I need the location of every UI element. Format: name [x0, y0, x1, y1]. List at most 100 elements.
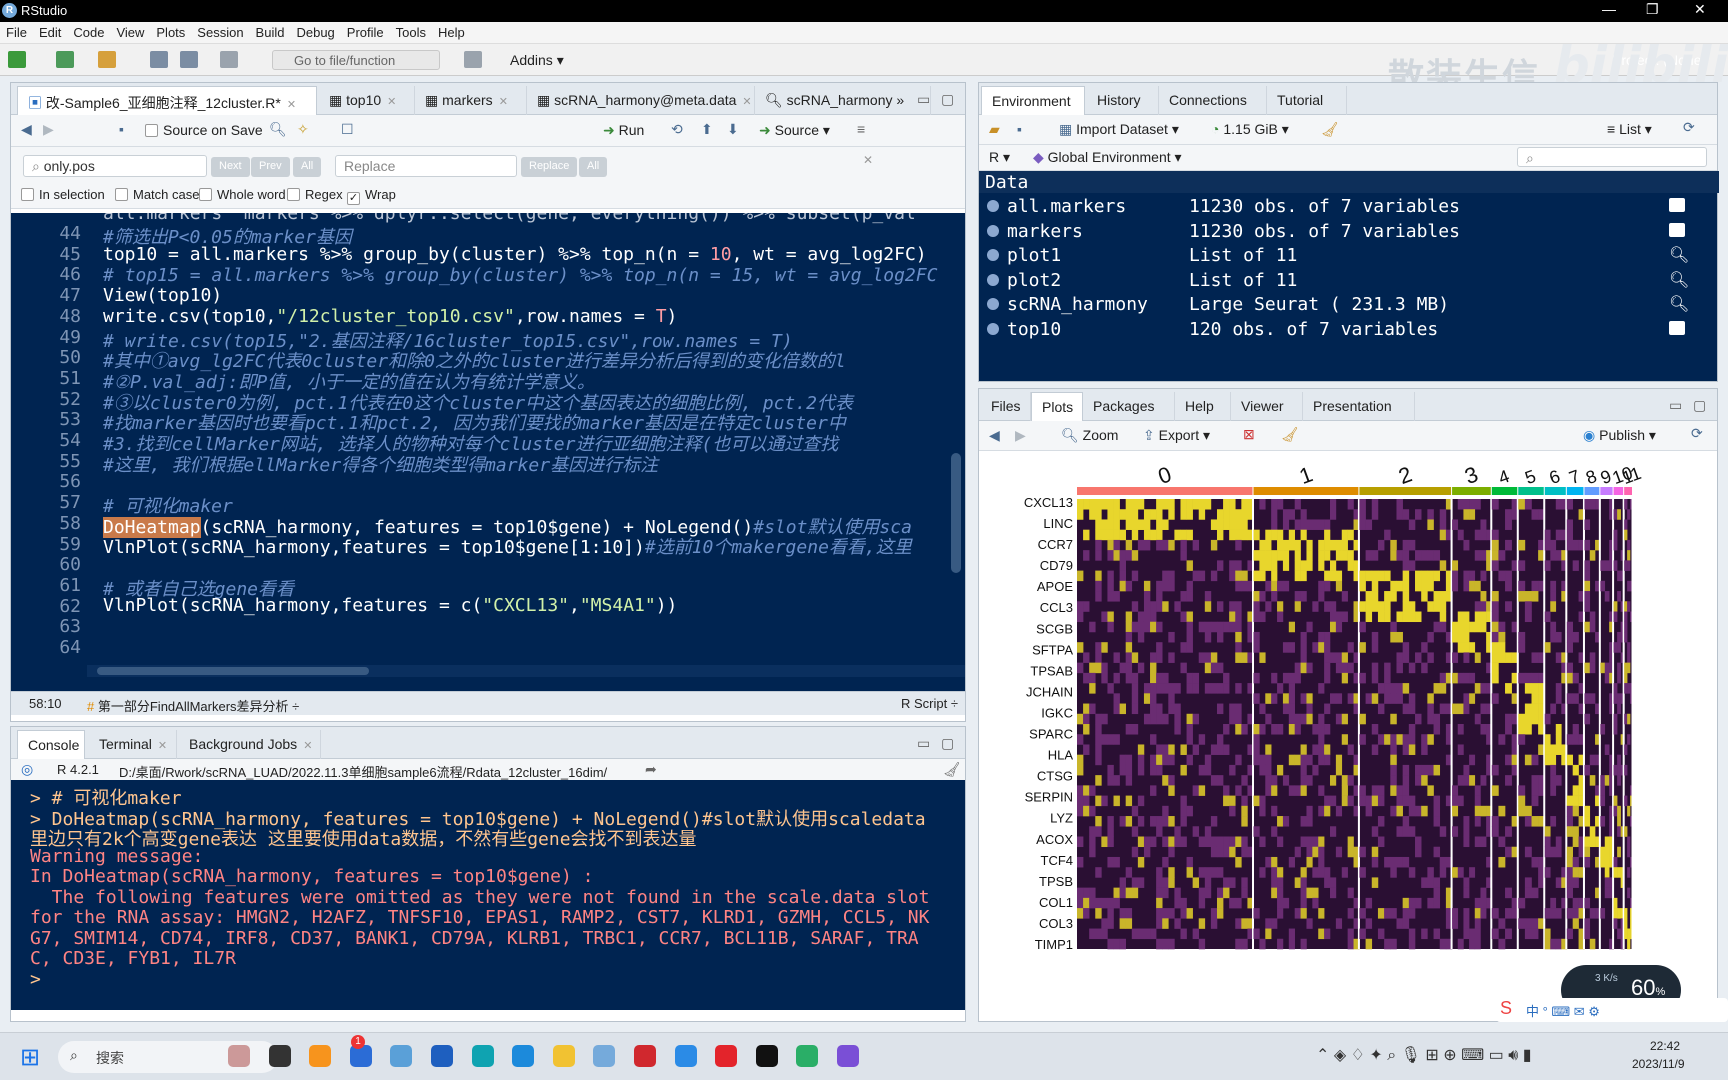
in-selection-toggle[interactable]: In selection: [21, 187, 105, 202]
menu-lines-icon[interactable]: ≡: [857, 121, 865, 137]
find-icon[interactable]: 🔍︎: [269, 121, 287, 138]
horizontal-scrollbar[interactable]: [87, 665, 965, 677]
tab-history[interactable]: History: [1087, 86, 1159, 115]
tab-scrna-harmony[interactable]: 🔍︎ scRNA_harmony »: [755, 86, 931, 115]
view-search-icon[interactable]: 🔍︎: [1669, 270, 1689, 289]
expand-icon[interactable]: [987, 200, 999, 212]
env-row-top10[interactable]: top10 120 obs. of 7 variables: [979, 316, 1699, 343]
replace-input[interactable]: Replace: [335, 155, 517, 177]
go-to-dir-icon[interactable]: ➦: [645, 761, 657, 778]
addins-menu[interactable]: Addins ▾: [510, 52, 564, 69]
tab-viewer[interactable]: Viewer: [1231, 392, 1303, 421]
zoom-button[interactable]: 🔍︎ Zoom: [1061, 427, 1118, 444]
in-selection-checkbox[interactable]: [21, 188, 34, 201]
clear-plots-icon[interactable]: 🧹︎: [1281, 426, 1299, 443]
menu-tools[interactable]: Tools: [390, 22, 432, 43]
notes-icon[interactable]: [674, 1045, 697, 1067]
minimize-pane-icon[interactable]: ▭: [917, 91, 930, 108]
view-search-icon[interactable]: 🔍︎: [1669, 294, 1689, 313]
menu-edit[interactable]: Edit: [33, 22, 67, 43]
open-icon[interactable]: ▰: [989, 121, 1000, 138]
tab-console[interactable]: Console: [17, 730, 85, 759]
run-button[interactable]: ➜ Run: [603, 122, 644, 139]
match-case-checkbox[interactable]: [115, 188, 128, 201]
console-output[interactable]: > # 可视化maker > DoHeatmap(scRNA_harmony, …: [11, 780, 965, 1010]
new-project-icon[interactable]: [56, 51, 74, 68]
view-table-icon[interactable]: [1669, 222, 1685, 237]
tab-meta-data[interactable]: ▦ scRNA_harmony@meta.data ✕: [527, 86, 755, 115]
find-input[interactable]: ⌕ only.pos: [23, 155, 207, 177]
maximize-pane-icon[interactable]: ▢: [941, 735, 954, 752]
save-icon[interactable]: ▪: [119, 121, 124, 137]
folder-icon[interactable]: [552, 1045, 575, 1067]
close-button[interactable]: ✕: [1694, 1, 1706, 18]
menu-debug[interactable]: Debug: [290, 22, 340, 43]
import-dataset-menu[interactable]: ▦ Import Dataset ▾: [1059, 121, 1179, 138]
regex-toggle[interactable]: Regex: [287, 187, 343, 202]
clear-console-icon[interactable]: 🧹︎: [943, 761, 961, 778]
save-all-icon[interactable]: [180, 51, 198, 68]
source-on-save-checkbox[interactable]: [145, 124, 158, 137]
menu-help[interactable]: Help: [432, 22, 471, 43]
wand-icon[interactable]: ✧: [297, 121, 309, 138]
open-file-icon[interactable]: [98, 51, 116, 68]
source-button[interactable]: ➜ Source ▾: [759, 122, 830, 139]
vertical-scroll-thumb[interactable]: [951, 453, 961, 573]
file-type-menu[interactable]: R Script ÷: [901, 696, 958, 711]
menu-view[interactable]: View: [110, 22, 150, 43]
sogou-icon[interactable]: S: [1500, 998, 1512, 1019]
replace-all-button[interactable]: All: [579, 157, 608, 177]
expand-icon[interactable]: [987, 224, 999, 237]
view-table-icon[interactable]: [1669, 321, 1685, 335]
goto-file-function-input[interactable]: Go to file/function: [272, 50, 440, 70]
browser-icon[interactable]: [512, 1045, 535, 1067]
whole-word-toggle[interactable]: Whole word: [199, 187, 286, 202]
maximize-pane-icon[interactable]: ▢: [941, 91, 954, 108]
find-all-button[interactable]: All: [293, 157, 322, 177]
wps-icon[interactable]: [634, 1045, 656, 1067]
youdao-icon[interactable]: [715, 1045, 738, 1067]
outline-icon[interactable]: ☐: [341, 121, 354, 138]
menu-build[interactable]: Build: [250, 22, 291, 43]
expand-icon[interactable]: [987, 273, 999, 286]
find-next-button[interactable]: Next: [211, 157, 250, 177]
back-icon[interactable]: ◀: [21, 121, 32, 138]
match-case-toggle[interactable]: Match case: [115, 187, 199, 202]
ime-icons[interactable]: 中 ° ⌨ ✉ ⚙: [1526, 1001, 1600, 1020]
env-row-scRNA_harmony[interactable]: scRNA_harmony Large Seurat ( 231.3 MB) 🔍︎: [979, 291, 1699, 318]
mango-icon[interactable]: [309, 1045, 332, 1067]
tab-markers[interactable]: ▦ markers ✕: [415, 86, 527, 115]
down-arrow-icon[interactable]: ⬇: [727, 121, 739, 138]
wrap-toggle[interactable]: ✓ Wrap: [347, 187, 396, 205]
env-row-plot2[interactable]: plot2 List of 11 🔍︎: [979, 267, 1699, 294]
broom-icon[interactable]: 🧹︎: [1321, 121, 1339, 138]
tab-packages[interactable]: Packages: [1083, 392, 1175, 421]
avatar[interactable]: [228, 1045, 250, 1067]
minimize-button[interactable]: —: [1602, 1, 1616, 17]
windows-start-icon[interactable]: ⊞: [20, 1043, 40, 1072]
wechat-icon[interactable]: [796, 1045, 819, 1067]
export-menu[interactable]: ⇪ Export ▾: [1143, 427, 1210, 444]
tab-tutorial[interactable]: Tutorial: [1267, 86, 1347, 115]
tab-script[interactable]: ▣ 改-Sample6_亚细胞注释_12cluster.R* ✕: [17, 86, 317, 115]
photos-icon[interactable]: [390, 1045, 413, 1067]
rerun-icon[interactable]: ⟲: [671, 121, 683, 138]
app-icon[interactable]: [837, 1045, 859, 1067]
scope-menu[interactable]: ◆ Global Environment ▾: [1033, 149, 1182, 166]
replace-button[interactable]: Replace: [521, 157, 578, 177]
next-plot-icon[interactable]: ▶: [1015, 427, 1026, 444]
section-nav[interactable]: # 第一部分FindAllMarkers差异分析 ÷: [87, 696, 299, 715]
source-on-save-toggle[interactable]: Source on Save: [145, 122, 263, 138]
menu-session[interactable]: Session: [191, 22, 249, 43]
maximize-button[interactable]: ❐: [1646, 1, 1659, 18]
save-icon[interactable]: [150, 51, 168, 68]
view-search-icon[interactable]: 🔍︎: [1669, 245, 1689, 264]
find-prev-button[interactable]: Prev: [251, 157, 290, 177]
record-icon[interactable]: [755, 1045, 778, 1067]
tab-help[interactable]: Help: [1175, 392, 1231, 421]
tray-icons[interactable]: ⌃ ◈ ♢ ✦ ⌕ 🎙︎ ⊞ ⊕ ⌨ ▭ 🔊︎ ▮: [1316, 1045, 1532, 1065]
language-menu[interactable]: R ▾: [989, 149, 1010, 166]
close-find-icon[interactable]: ✕: [863, 153, 873, 167]
nk-icon[interactable]: [431, 1045, 453, 1067]
working-dir-path[interactable]: D:/桌面/Rwork/scRNA_LUAD/2022.11.3单细胞sampl…: [119, 762, 607, 781]
